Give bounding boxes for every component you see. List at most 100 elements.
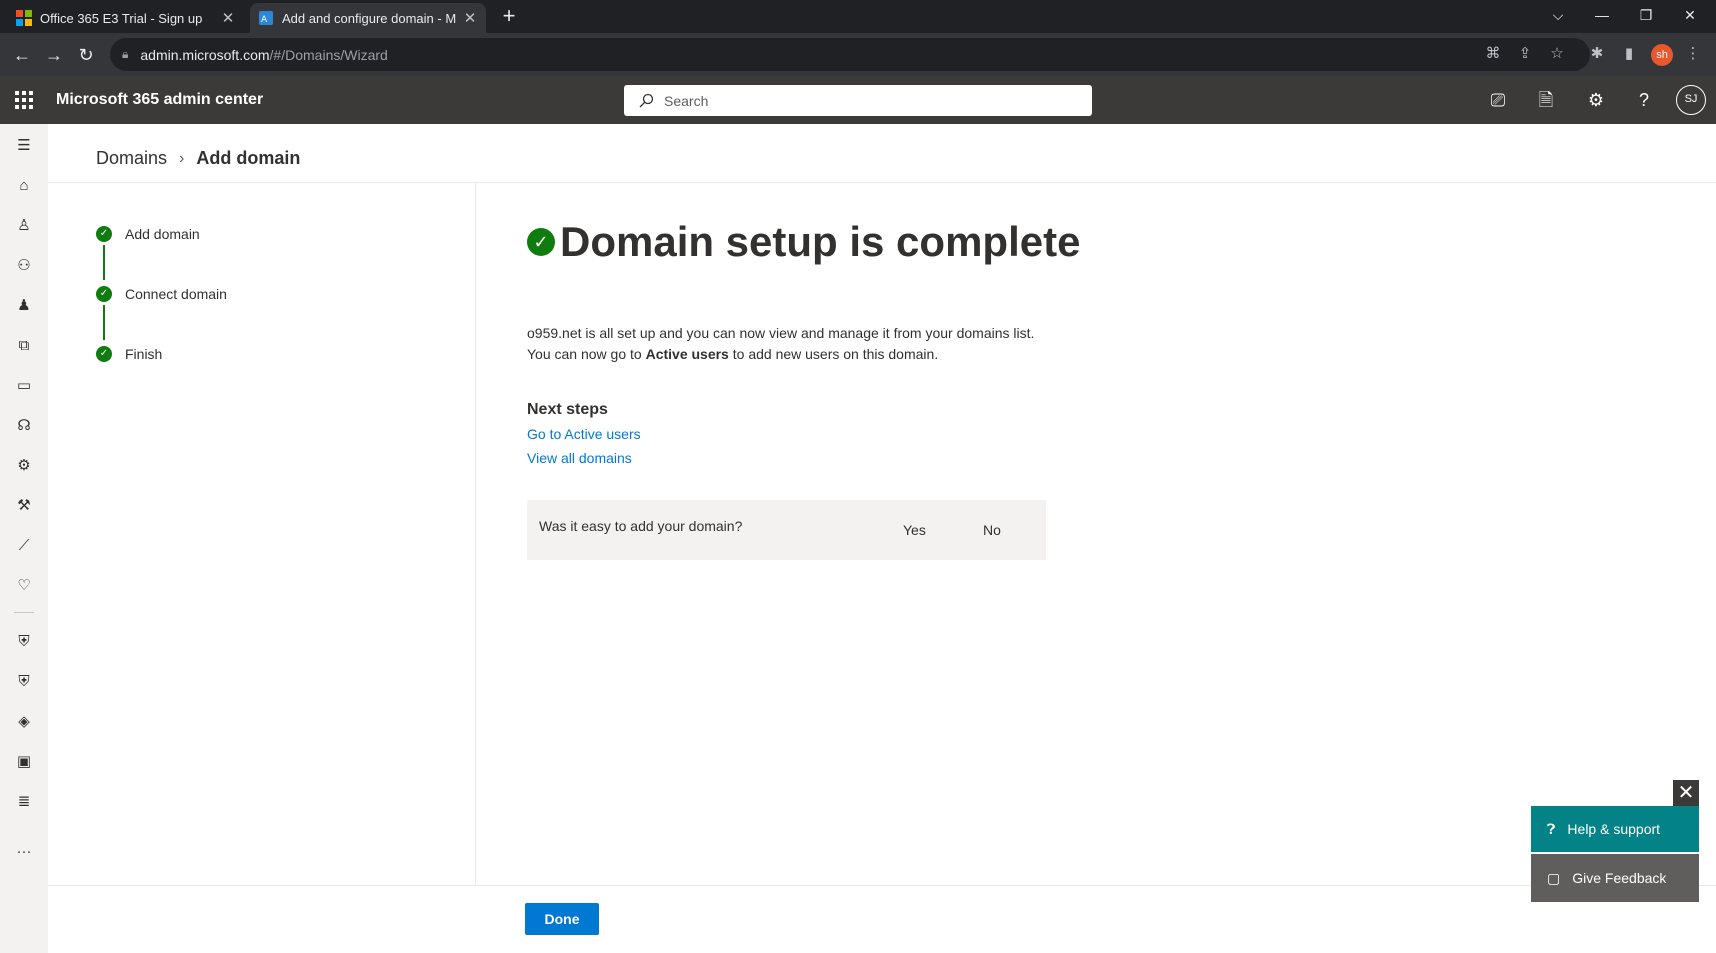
step-label: Finish [125,346,163,362]
nav-divider [14,612,34,613]
search-input[interactable] [664,92,1064,109]
browser-menu-icon[interactable]: ⋮ [1680,41,1706,67]
svg-text:A: A [261,15,268,25]
back-icon[interactable]: ← [8,41,36,69]
page-title: ✓ Domain setup is complete [527,218,1080,266]
done-button[interactable]: Done [525,903,599,935]
share-icon[interactable]: ⇪ [1512,41,1538,67]
resources-icon[interactable]: ⧉ [12,334,36,358]
hamburger-menu-icon[interactable]: ☰ [12,134,36,158]
app-title[interactable]: Microsoft 365 admin center [56,76,263,124]
bookmark-star-icon[interactable]: ☆ [1544,41,1570,67]
give-feedback-button[interactable]: ▢ Give Feedback [1531,854,1699,902]
close-help-icon[interactable]: ✕ [1673,780,1699,806]
extensions-icon[interactable]: ✱ [1584,41,1610,67]
security-shield-icon[interactable]: ⛨ [12,630,36,654]
side-panel-icon[interactable]: ▮ [1616,41,1642,67]
settings-icon[interactable]: ⚙ [12,454,36,478]
health-icon[interactable]: ♡ [12,574,36,598]
completion-description: o959.net is all set up and you can now v… [527,323,1034,365]
step-label: Add domain [125,226,200,242]
close-window-icon[interactable]: ✕ [1668,0,1712,30]
home-icon[interactable]: ⌂ [12,174,36,198]
description-text: to add new users on this domain. [728,346,939,362]
app-launcher-icon[interactable] [12,88,36,112]
help-bubble-icon: ❓︎ [1547,820,1556,837]
user-icon[interactable]: ♙ [12,214,36,238]
help-support-label: Help & support [1567,821,1661,837]
checkmark-icon: ✓ [96,286,112,302]
compliance-shield-icon[interactable]: ⛨ [12,670,36,694]
forward-icon[interactable]: → [40,41,68,69]
active-users-emphasis: Active users [645,346,729,362]
feedback-box: Was it easy to add your domain? Yes No [527,500,1046,560]
terminal-icon[interactable]: ⎚ [1486,88,1510,112]
go-to-active-users-link[interactable]: Go to Active users [527,426,641,442]
setup-wrench-icon[interactable]: ⚒ [12,494,36,518]
step-connect-domain: ✓ Connect domain [96,286,227,302]
tab-title: Add and configure domain - M [282,10,457,26]
description-text: You can now go to [527,346,646,362]
more-ellipsis-icon[interactable]: ··· [12,840,36,864]
left-navigation: ☰ ⌂ ♙ ⚇ ♟ ⧉ ▭ ☊ ⚙ ⚒ ⟋ ♡ ⛨ ⛨ ◈ ▣ ≣ ··· [0,124,48,953]
billing-card-icon[interactable]: ▭ [12,374,36,398]
reload-icon[interactable]: ↻ [72,41,100,69]
tab-title: Office 365 E3 Trial - Sign up [40,10,203,26]
admin-center-icon: A [259,11,273,25]
all-admin-centers-icon[interactable]: ≣ [12,790,36,814]
search-box[interactable] [624,85,1092,116]
next-steps-heading: Next steps [527,401,608,418]
endpoint-manager-icon[interactable]: ◈ [12,710,36,734]
teams-icon[interactable]: ▣ [12,750,36,774]
browser-tab-strip: Office 365 E3 Trial - Sign up ✕ A Add an… [0,0,1716,33]
feedback-no-button[interactable]: No [983,522,1001,538]
help-support-button[interactable]: ❓︎ Help & support [1531,806,1699,852]
breadcrumb: Domains › Add domain [96,148,300,169]
browser-tab-signup[interactable]: Office 365 E3 Trial - Sign up ✕ [8,3,244,33]
feedback-yes-button[interactable]: Yes [903,522,926,538]
breadcrumb-domains[interactable]: Domains [96,148,167,169]
new-tab-icon[interactable]: + [496,4,522,30]
feedback-chat-icon: ▢ [1547,869,1561,886]
success-check-icon: ✓ [527,228,555,256]
step-label: Connect domain [125,286,227,302]
close-tab-icon[interactable]: ✕ [220,9,236,27]
give-feedback-label: Give Feedback [1572,870,1667,886]
view-all-domains-link[interactable]: View all domains [527,450,632,466]
url-path: /#/Domains/Wizard [269,46,388,63]
settings-gear-icon[interactable]: ⚙ [1584,88,1608,112]
title-text: Domain setup is complete [560,218,1081,265]
header-divider [48,182,1716,183]
search-icon [639,93,654,107]
translate-icon[interactable]: ⌘ [1480,41,1506,67]
chevron-right-icon: › [179,149,185,167]
step-add-domain: ✓ Add domain [96,226,200,242]
close-tab-icon[interactable]: ✕ [462,9,478,27]
document-icon[interactable]: 🗎︎ [1534,88,1558,112]
user-avatar[interactable]: SJ [1676,85,1706,115]
feedback-question: Was it easy to add your domain? [539,518,743,534]
checkmark-icon: ✓ [96,346,112,362]
tab-search-chevron-icon[interactable]: ⌵ [1536,0,1580,30]
url-host: admin.microsoft.com [140,46,270,63]
steps-divider [475,183,476,885]
browser-toolbar: ← → ↻ 🔒︎ admin.microsoft.com/#/Domains/W… [0,33,1716,76]
footer-divider [48,885,1716,886]
description-line-2: You can now go to Active users to add ne… [527,344,1034,365]
browser-tab-domain[interactable]: A Add and configure domain - M ✕ [250,3,486,33]
microsoft-logo-icon [16,10,32,26]
minimize-icon[interactable]: — [1580,0,1624,30]
suite-header: Microsoft 365 admin center ⎚ 🗎︎ ⚙ ? SJ [0,76,1716,124]
roles-icon[interactable]: ♟ [12,294,36,318]
reports-chart-icon[interactable]: ⟋ [12,534,36,558]
browser-profile-avatar[interactable]: sh [1651,44,1673,66]
description-line-1: o959.net is all set up and you can now v… [527,325,1035,341]
support-headset-icon[interactable]: ☊ [12,414,36,438]
help-question-icon[interactable]: ? [1632,88,1656,112]
lock-icon: 🔒︎ [122,47,129,61]
address-bar[interactable]: 🔒︎ admin.microsoft.com/#/Domains/Wizard [110,38,1590,71]
teams-groups-icon[interactable]: ⚇ [12,254,36,278]
restore-icon[interactable]: ❐ [1624,0,1668,30]
step-finish: ✓ Finish [96,346,162,362]
step-connector [103,305,105,340]
